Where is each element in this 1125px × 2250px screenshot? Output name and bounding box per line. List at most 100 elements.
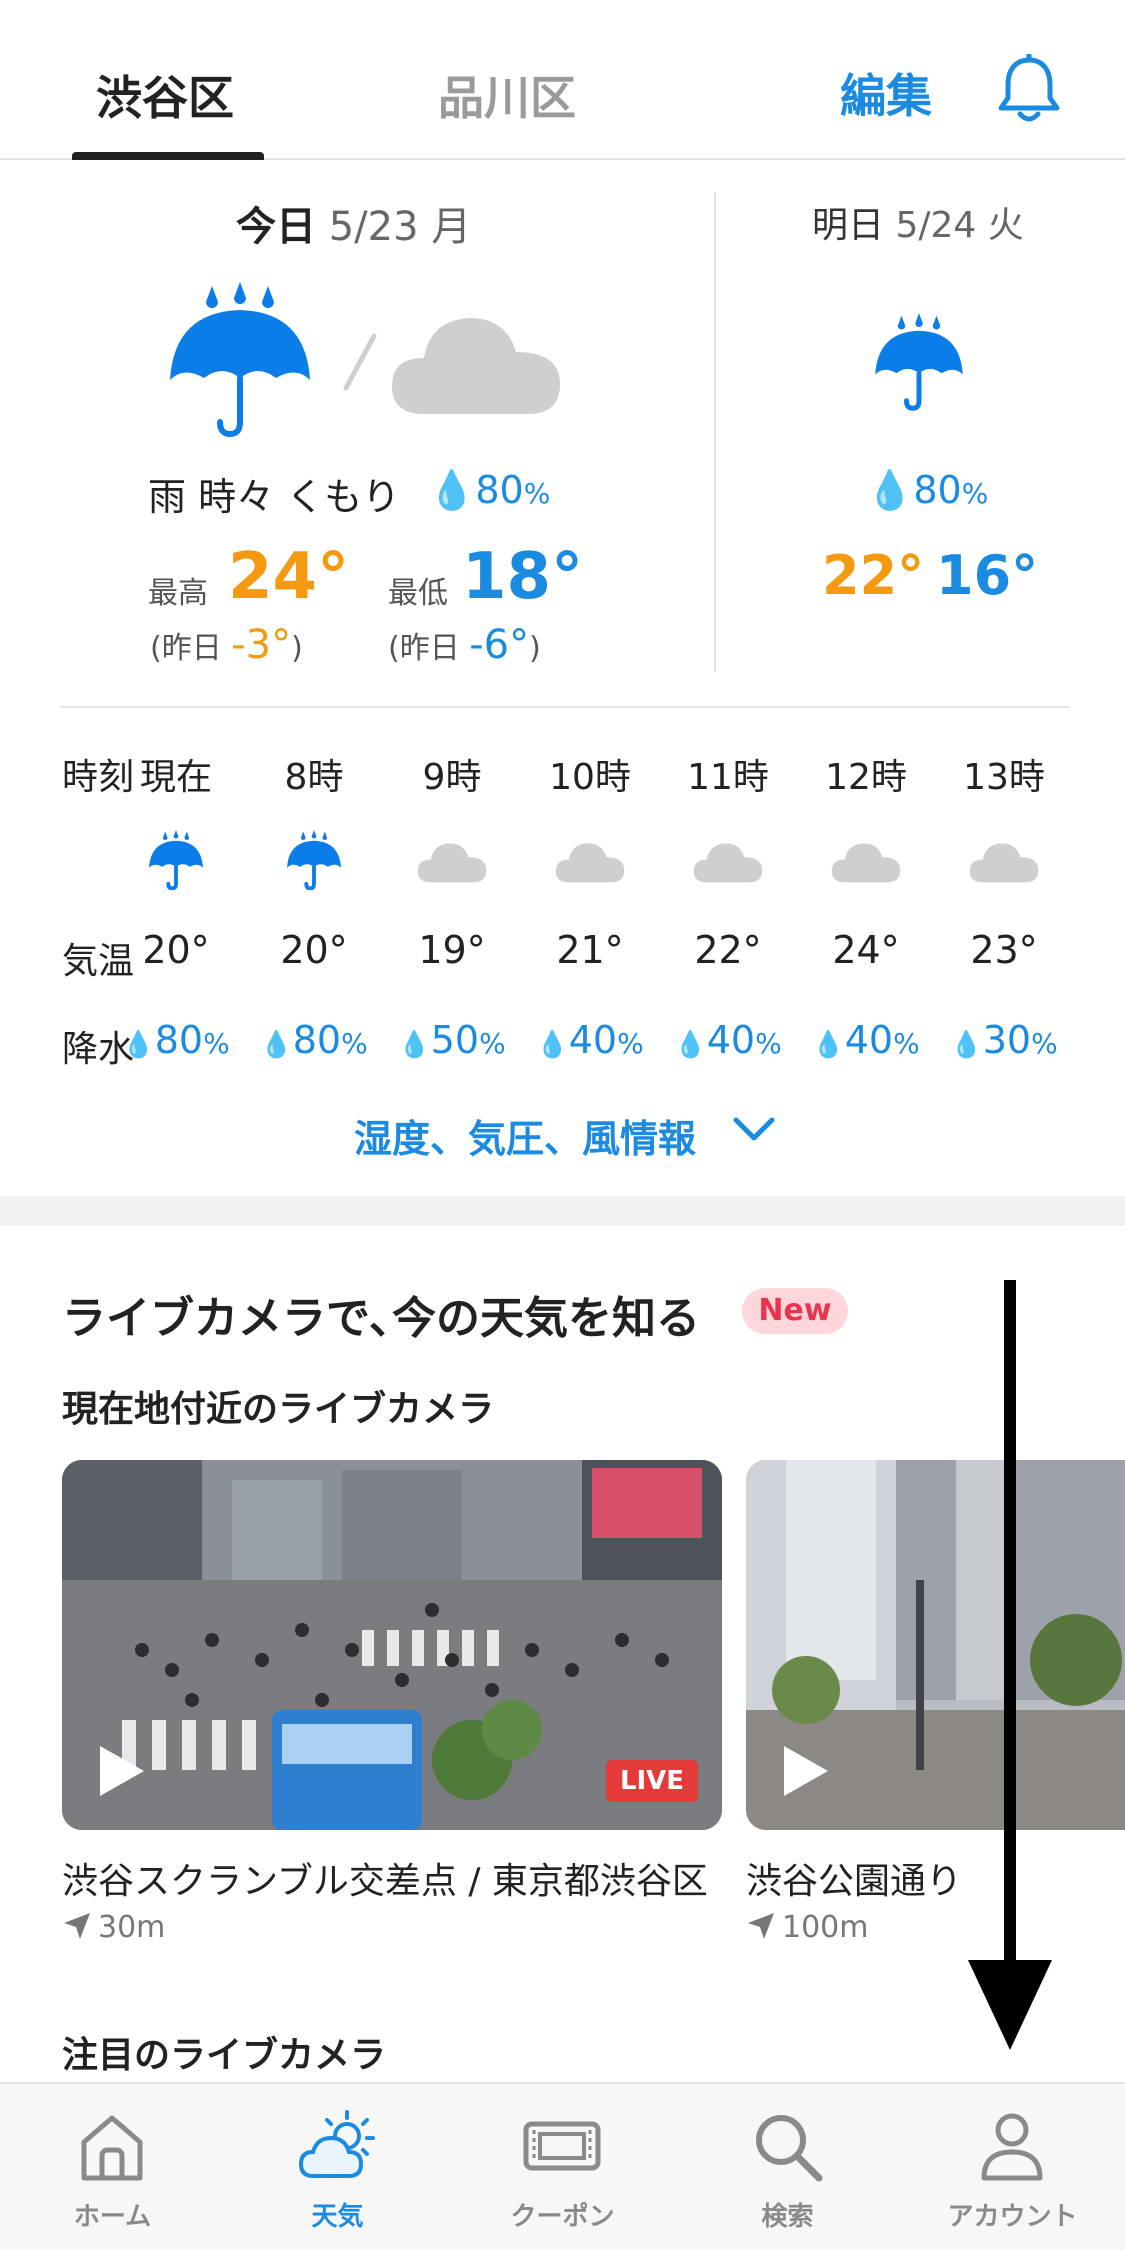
account-icon	[981, 2113, 1043, 2181]
percent-sign: %	[617, 1027, 644, 1060]
percent-sign: %	[523, 477, 551, 510]
camera-name-scramble[interactable]: 渋谷スクランブル交差点 / 東京都渋谷区	[62, 1852, 708, 1904]
today-precip-value: 80	[475, 468, 524, 512]
raindrop-icon: 💧	[260, 1030, 293, 1060]
hour-temp: 23°	[970, 928, 1038, 972]
percent-sign: %	[893, 1027, 920, 1060]
location-arrow-icon	[748, 1913, 774, 1939]
percent-sign: %	[961, 477, 989, 510]
tab-shibuya[interactable]: 渋谷区	[96, 62, 234, 128]
percent-sign: %	[479, 1027, 506, 1060]
hour-temp: 19°	[418, 928, 486, 972]
location-arrow-icon	[64, 1913, 90, 1939]
hour-time: 9時	[422, 757, 482, 798]
cloud-icon	[969, 830, 1039, 890]
hour-time: 10時	[549, 757, 631, 798]
hour-precip-value: 40	[844, 1018, 894, 1062]
cloud-icon	[555, 830, 625, 890]
new-badge: New	[742, 1288, 848, 1334]
hour-precip: 💧30%	[935, 1018, 1073, 1062]
details-link[interactable]: 湿度、気圧、風情報	[354, 1108, 696, 1163]
scroll-down-arrow-icon	[968, 1280, 1052, 2050]
nav-search[interactable]: 検索	[675, 2084, 900, 2250]
raindrop-icon: 💧	[428, 468, 476, 512]
hour-precip-value: 50	[430, 1018, 480, 1062]
tab-shinagawa[interactable]: 品川区	[438, 62, 576, 128]
nav-weather[interactable]: 天気	[225, 2084, 450, 2250]
nav-label: アカウント	[947, 2202, 1078, 2232]
nav-label: ホーム	[73, 2202, 152, 2232]
chevron-down-icon[interactable]	[732, 1112, 776, 1146]
active-tab-indicator	[72, 152, 264, 160]
divider-slash	[343, 333, 377, 391]
tomorrow-high: 22°	[822, 544, 925, 607]
cloud-icon	[831, 830, 901, 890]
location-tab-bar: 渋谷区 品川区 編集	[0, 0, 1125, 160]
hour-precip: 💧40%	[521, 1018, 659, 1062]
percent-sign: %	[755, 1027, 782, 1060]
umbrella-rain-icon	[279, 830, 349, 891]
live-badge: LIVE	[606, 1760, 698, 1802]
hour-time: 13時	[963, 757, 1045, 798]
raindrop-icon: 💧	[536, 1030, 569, 1060]
hour-precip: 💧40%	[659, 1018, 797, 1062]
nav-home[interactable]: ホーム	[0, 2084, 225, 2250]
distance-value: 30m	[98, 1910, 166, 1945]
raindrop-icon: 💧	[122, 1030, 155, 1060]
raindrop-icon: 💧	[812, 1030, 845, 1060]
percent-sign: %	[1031, 1027, 1058, 1060]
hour-precip-value: 30	[982, 1018, 1032, 1062]
today-high: 24°	[228, 540, 350, 614]
nav-coupon[interactable]: クーポン	[450, 2084, 675, 2250]
nav-account[interactable]: アカウント	[900, 2084, 1125, 2250]
hour-precip-value: 40	[568, 1018, 618, 1062]
nav-label: 天気	[311, 2202, 364, 2232]
bell-icon[interactable]	[996, 54, 1062, 126]
hour-temp: 24°	[832, 928, 900, 972]
camera-name-koen-dori[interactable]: 渋谷公園通り	[746, 1852, 962, 1904]
play-icon[interactable]	[96, 1742, 148, 1800]
play-icon[interactable]	[780, 1742, 832, 1800]
high-diff-value: -3°	[231, 622, 292, 668]
umbrella-rain-icon	[170, 282, 310, 438]
day-divider	[714, 192, 716, 672]
edit-button[interactable]: 編集	[840, 60, 932, 126]
hour-precip-value: 80	[154, 1018, 204, 1062]
home-icon	[81, 2115, 143, 2181]
camera-card-scramble[interactable]: LIVE	[62, 1460, 722, 1830]
diff-prefix: (昨日	[388, 631, 470, 666]
cloud-icon	[693, 830, 763, 890]
camera-card-koen-dori[interactable]	[746, 1460, 1125, 1830]
today-date: 5/23 月	[328, 204, 472, 250]
cloud-icon	[392, 318, 560, 414]
camera-distance-koen-dori: 100m	[746, 1910, 868, 1945]
hour-precip: 💧40%	[797, 1018, 935, 1062]
tomorrow-label: 明日	[812, 205, 885, 246]
hour-temp: 22°	[694, 928, 762, 972]
umbrella-rain-icon	[141, 830, 211, 891]
raindrop-icon: 💧	[674, 1030, 707, 1060]
low-label: 最低	[388, 576, 448, 611]
today-header: 今日 5/23 月	[236, 194, 471, 252]
percent-sign: %	[203, 1027, 230, 1060]
hour-time: 12時	[825, 757, 907, 798]
low-diff-value: -6°	[469, 622, 530, 668]
today-low: 18°	[462, 540, 584, 614]
raindrop-icon: 💧	[398, 1030, 431, 1060]
nav-label: クーポン	[510, 2202, 615, 2232]
hour-temp: 20°	[280, 928, 348, 972]
bottom-navigation: ホーム 天気 クーポン 検索 アカウント	[0, 2082, 1125, 2250]
tomorrow-low: 16°	[936, 544, 1039, 607]
hour-precip: 💧50%	[383, 1018, 521, 1062]
hour-precip-value: 80	[292, 1018, 342, 1062]
high-diff: (昨日 -3°)	[150, 622, 303, 668]
hour-temp: 20°	[142, 928, 210, 972]
hour-temp: 21°	[556, 928, 624, 972]
nearby-cameras-title: 現在地付近のライブカメラ	[62, 1389, 495, 1430]
section-divider	[60, 706, 1070, 708]
section-gap	[0, 1196, 1125, 1226]
hour-time: 8時	[284, 757, 344, 798]
live-camera-title: ライブカメラで､今の天気を知る	[62, 1293, 700, 1344]
raindrop-icon: 💧	[866, 468, 914, 512]
featured-cameras-title: 注目のライブカメラ	[62, 2035, 387, 2076]
